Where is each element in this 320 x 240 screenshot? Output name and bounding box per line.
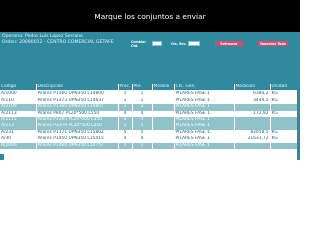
cell-proc: 1 xyxy=(118,142,133,150)
column-header-codigo[interactable]: Código xyxy=(0,84,37,92)
column-header-proc[interactable]: Proc. xyxy=(118,84,133,92)
refrescar-button[interactable]: Refrescar xyxy=(215,41,243,46)
cell-pte: 1 xyxy=(132,142,153,150)
column-header-unidad[interactable]: Unidad xyxy=(270,84,301,92)
cambiar-cantidad-label: Cambiar Ctd. xyxy=(131,39,146,48)
cell-codigo: A/1000 xyxy=(0,90,37,98)
cell-descripcion: Pilares P1460 UPN350 L10757 xyxy=(36,142,119,150)
empty-area xyxy=(0,160,300,200)
vertical-scrollbar[interactable] xyxy=(297,90,300,160)
cambiar-cantidad-input[interactable] xyxy=(152,41,162,46)
cell-medicion: 6384,2 xyxy=(234,90,271,98)
cell-cts: PILARES FASE 1 xyxy=(174,90,235,98)
operario-label: Operario: Pedro Luis Lopez Serrano xyxy=(2,34,83,39)
table-row[interactable]: A/2000 Pilares P1460 UPN350 L10757 1 1 PILAR… xyxy=(0,142,301,150)
column-header-cts-gen[interactable]: Cts. Gen. xyxy=(174,84,235,92)
orden-label: Orden: 20090012 - CENTRO COMERCIAL GETAF… xyxy=(2,40,114,45)
page-title: Marque los conjuntos a enviar xyxy=(94,11,206,21)
cell-pte: 1 xyxy=(132,90,153,98)
cell-modelo xyxy=(152,142,175,150)
numeros-todo-button[interactable]: Numeros Todo xyxy=(258,41,288,46)
column-header-modelo[interactable]: Modelo xyxy=(152,84,175,92)
cell-modelo xyxy=(152,90,175,98)
conjuntos-table: Código Descripción Proc. Pte. Modelo Cts… xyxy=(0,84,301,150)
column-header-descripcion[interactable]: Descripción xyxy=(36,84,119,92)
cell-proc: 1 xyxy=(118,90,133,98)
cell-unidad: KG xyxy=(270,90,301,98)
cell-codigo: A/2000 xyxy=(0,142,37,150)
cts-env-input[interactable] xyxy=(188,41,200,46)
cell-cts: PILARES FASE 1 xyxy=(174,142,235,150)
column-header-medicion[interactable]: Medición xyxy=(234,84,271,92)
cell-descripcion: Pilares P1360 UPN350 L14800 xyxy=(36,90,119,98)
title-bar: Marque los conjuntos a enviar xyxy=(0,0,300,32)
cts-env-label: Cts. Env. xyxy=(171,41,187,46)
table-header-row: Código Descripción Proc. Pte. Modelo Cts… xyxy=(0,84,301,92)
cell-unidad xyxy=(270,142,301,150)
cell-medicion xyxy=(234,142,271,150)
column-header-pte[interactable]: Pte. xyxy=(132,84,153,92)
table-row[interactable]: A/1000 Pilares P1360 UPN350 L14800 1 1 PILAR… xyxy=(0,90,301,98)
